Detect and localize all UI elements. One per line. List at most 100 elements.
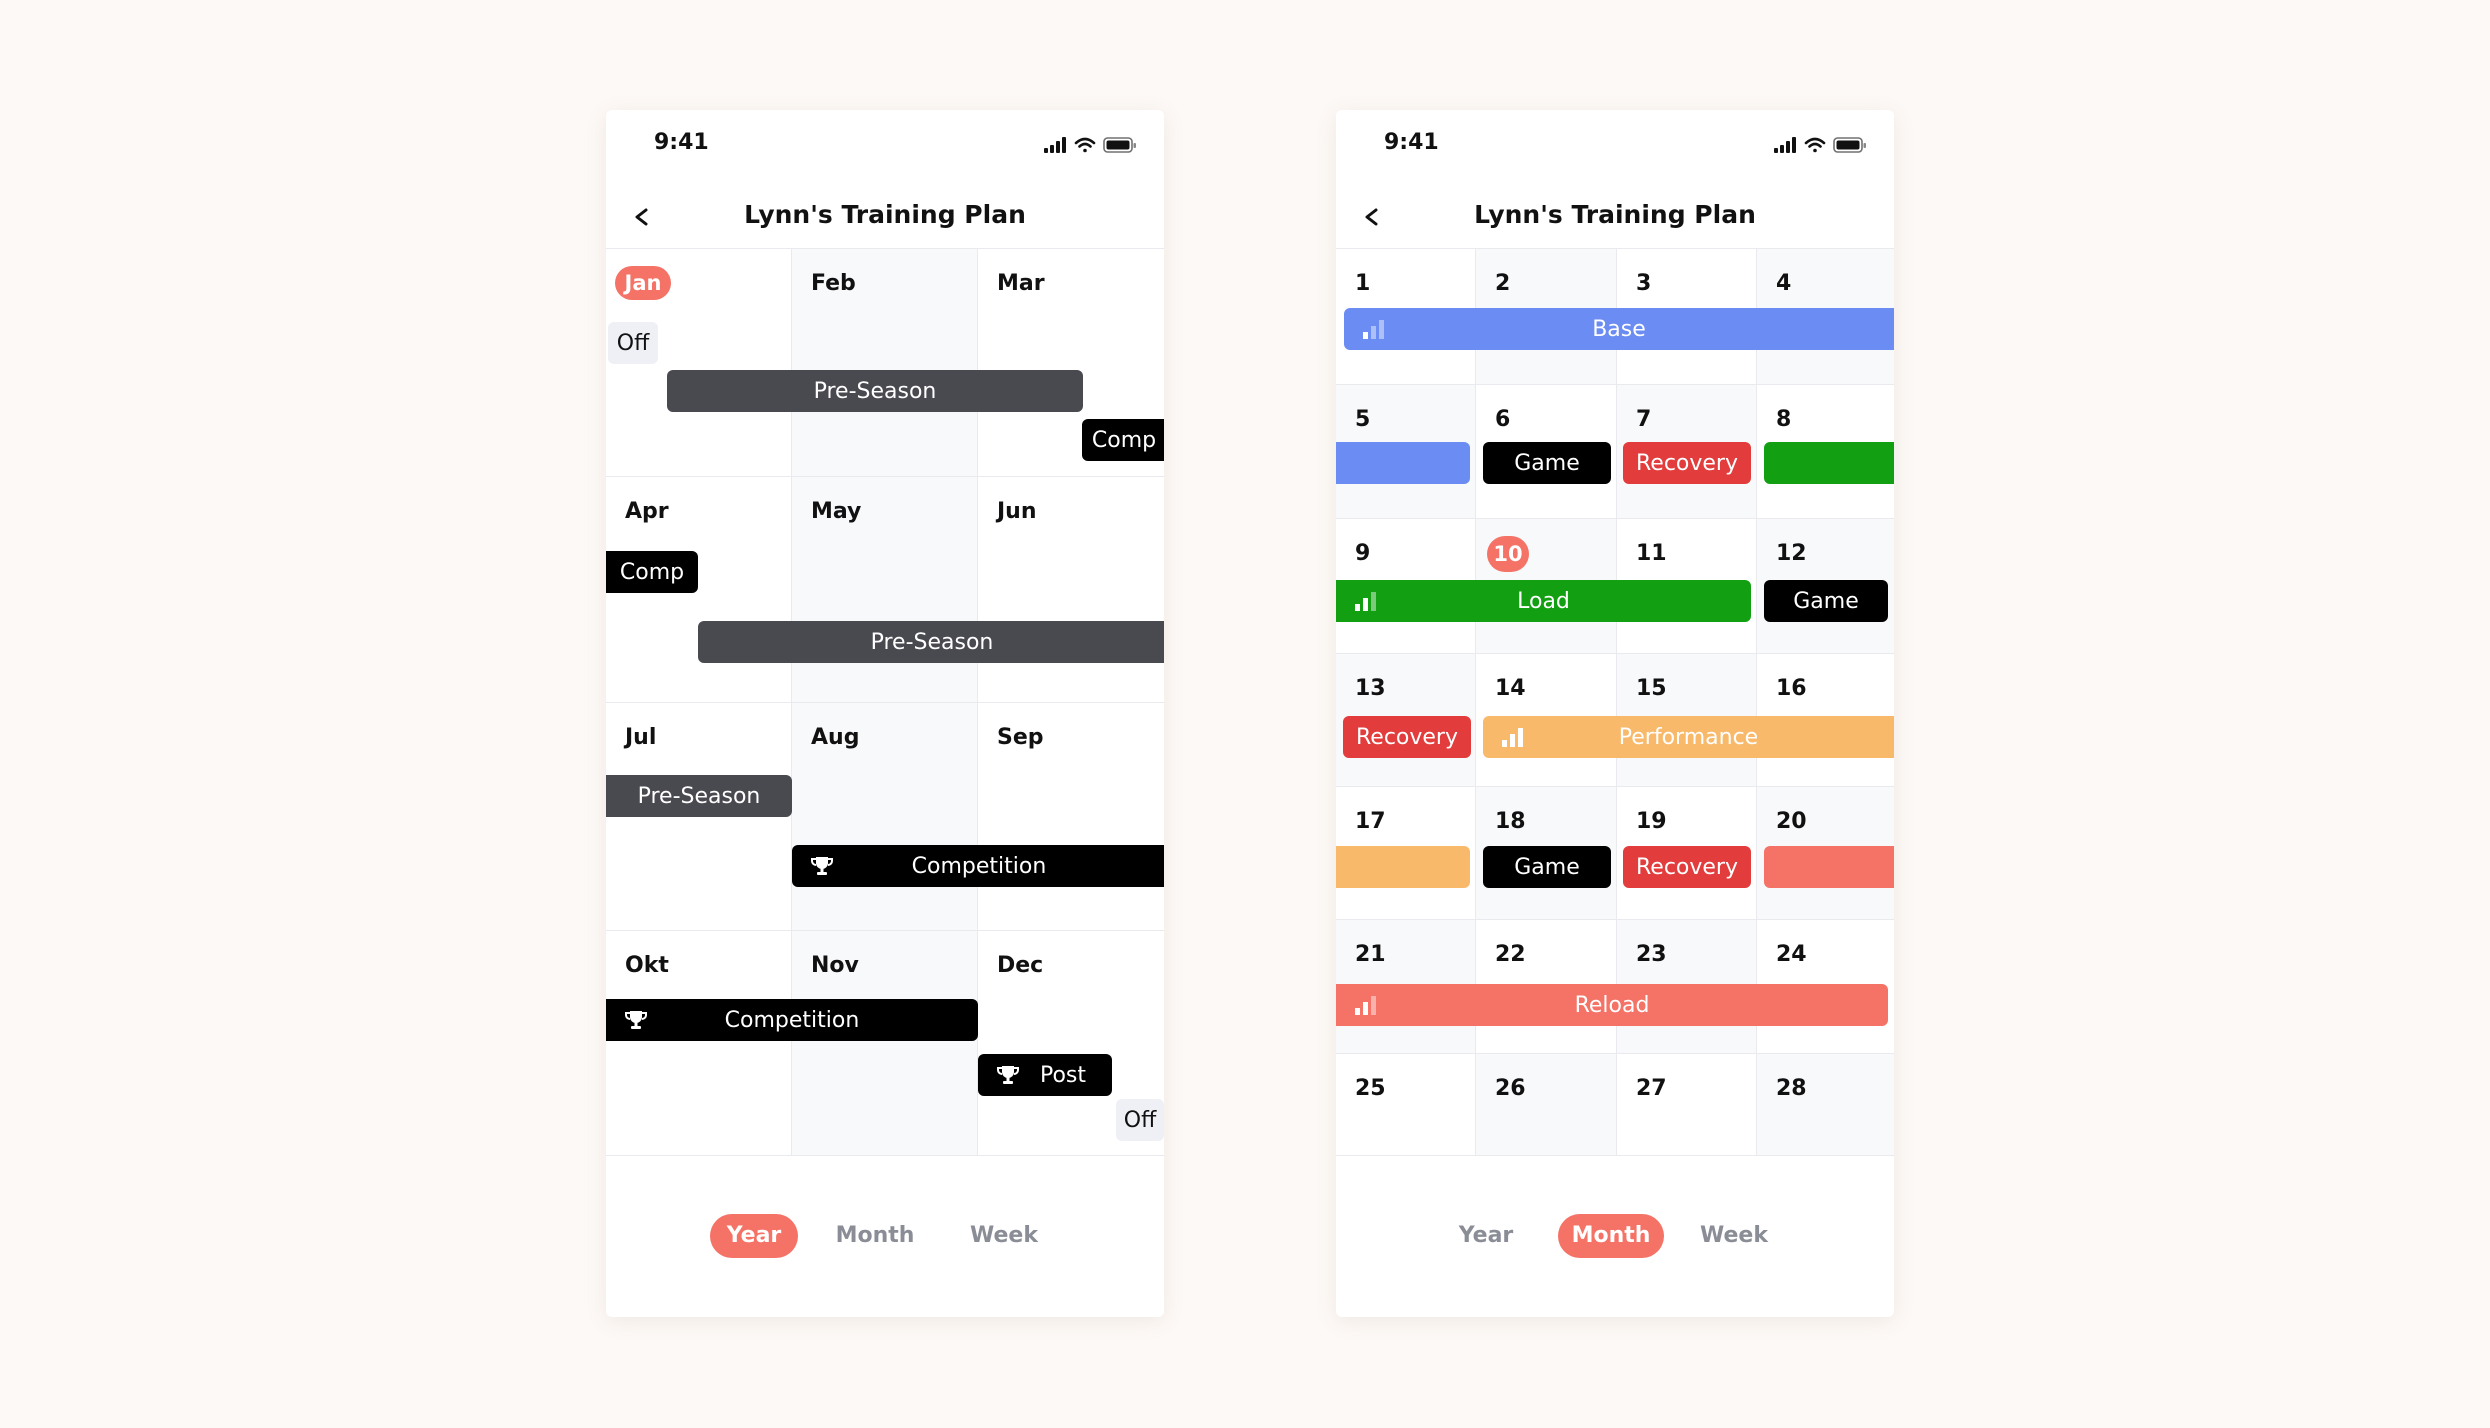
event-game[interactable]: Game — [1483, 846, 1611, 888]
month-label: Feb — [811, 271, 856, 296]
month-label: Sep — [997, 725, 1044, 750]
day-label: 1 — [1355, 271, 1371, 296]
event-performance[interactable]: Performance — [1483, 716, 1894, 758]
month-label: Mar — [997, 271, 1045, 296]
event-reload[interactable]: Reload — [1336, 984, 1888, 1026]
tab-month[interactable]: Month — [1558, 1214, 1664, 1258]
tab-week[interactable]: Week — [1692, 1214, 1776, 1258]
event-pre-season[interactable]: Pre-Season — [606, 775, 792, 817]
day-cell[interactable]: 28 — [1757, 1054, 1894, 1156]
day-label: 25 — [1355, 1076, 1386, 1101]
battery-icon — [1103, 137, 1136, 153]
month-cell-okt[interactable]: Okt — [606, 931, 792, 1156]
month-cell-jun[interactable]: Jun — [978, 477, 1164, 703]
day-cell[interactable]: 25 — [1336, 1054, 1476, 1156]
event-comp[interactable]: Comp — [606, 551, 698, 593]
intensity-bars-icon — [1354, 590, 1378, 612]
month-cell-may[interactable]: May — [792, 477, 978, 703]
day-label: 28 — [1776, 1076, 1807, 1101]
event-label: Pre-Season — [870, 629, 994, 655]
day-label: 11 — [1636, 541, 1667, 566]
day-label: 18 — [1495, 809, 1526, 834]
month-label: Nov — [811, 953, 859, 978]
event-label: Competition — [724, 1007, 860, 1033]
status-time: 9:41 — [1384, 130, 1439, 155]
day-label: 17 — [1355, 809, 1386, 834]
event-recovery[interactable]: Recovery — [1623, 846, 1751, 888]
month-cell-feb[interactable]: Feb — [792, 249, 978, 477]
day-cell[interactable]: 26 — [1476, 1054, 1617, 1156]
wifi-icon — [1074, 137, 1096, 153]
tab-week[interactable]: Week — [962, 1214, 1046, 1258]
event-off[interactable]: Off — [1116, 1099, 1164, 1141]
event-load-start[interactable] — [1764, 442, 1894, 484]
trophy-icon — [624, 1009, 648, 1031]
event-pre-season[interactable]: Pre-Season — [667, 370, 1083, 412]
event-recovery[interactable]: Recovery — [1623, 442, 1751, 484]
event-pre-season[interactable]: Pre-Season — [698, 621, 1164, 663]
event-off[interactable]: Off — [608, 322, 658, 364]
day-label: 15 — [1636, 676, 1667, 701]
event-comp[interactable]: Comp — [1082, 419, 1164, 461]
event-competition[interactable]: Competition — [792, 845, 1164, 887]
status-icons — [1774, 135, 1870, 159]
event-game[interactable]: Game — [1764, 580, 1888, 622]
event-recovery[interactable]: Recovery — [1343, 716, 1471, 758]
month-cell-sep[interactable]: Sep — [978, 703, 1164, 931]
view-switcher: Year Month Week — [606, 1214, 1164, 1258]
day-label: 24 — [1776, 942, 1807, 967]
event-label: Recovery — [1355, 724, 1458, 750]
view-switcher: Year Month Week — [1336, 1214, 1894, 1258]
event-competition[interactable]: Competition — [606, 999, 978, 1041]
month-label: May — [811, 499, 862, 524]
event-performance-continued[interactable] — [1336, 846, 1470, 888]
day-label: 8 — [1776, 407, 1792, 432]
month-cell-aug[interactable]: Aug — [792, 703, 978, 931]
event-label: Comp — [1091, 427, 1157, 453]
day-label: 4 — [1776, 271, 1792, 296]
today-badge: 10 — [1487, 536, 1529, 572]
day-label: 21 — [1355, 942, 1386, 967]
day-label: 22 — [1495, 942, 1526, 967]
month-cell-nov[interactable]: Nov — [792, 931, 978, 1156]
wifi-icon — [1804, 137, 1826, 153]
month-grid: 1 2 3 4 5 6 7 8 9 10 11 12 13 14 15 16 1… — [1336, 248, 1894, 1156]
event-label: Post — [1039, 1062, 1086, 1088]
event-post[interactable]: Post — [978, 1054, 1112, 1096]
day-label: 16 — [1776, 676, 1807, 701]
day-label: 12 — [1776, 541, 1807, 566]
signal-icon — [1044, 137, 1066, 153]
event-game[interactable]: Game — [1483, 442, 1611, 484]
event-label: Game — [1514, 450, 1580, 476]
month-label: Okt — [625, 953, 669, 978]
tab-month[interactable]: Month — [830, 1214, 920, 1258]
month-label: Apr — [625, 499, 669, 524]
day-label: 20 — [1776, 809, 1807, 834]
battery-icon — [1833, 137, 1866, 153]
day-cell[interactable]: 27 — [1617, 1054, 1757, 1156]
day-label: 19 — [1636, 809, 1667, 834]
event-label: Off — [616, 330, 650, 356]
day-label: 6 — [1495, 407, 1511, 432]
intensity-bars-icon — [1354, 994, 1378, 1016]
tab-year[interactable]: Year — [1444, 1214, 1528, 1258]
intensity-bars-icon — [1362, 318, 1386, 340]
page-title: Lynn's Training Plan — [1474, 200, 1756, 229]
event-base-continued[interactable] — [1336, 442, 1470, 484]
day-label: 27 — [1636, 1076, 1667, 1101]
event-label: Recovery — [1635, 854, 1738, 880]
event-load[interactable]: Load — [1336, 580, 1751, 622]
event-reload-start[interactable] — [1764, 846, 1894, 888]
month-label: Jul — [625, 725, 657, 750]
event-base[interactable]: Base — [1344, 308, 1894, 350]
month-label: Jun — [997, 499, 1037, 524]
tab-year[interactable]: Year — [710, 1214, 798, 1258]
day-label: 7 — [1636, 407, 1652, 432]
month-label: Aug — [811, 725, 860, 750]
event-label: Comp — [619, 559, 685, 585]
day-label: 5 — [1355, 407, 1371, 432]
event-label: Game — [1793, 588, 1859, 614]
day-label: 9 — [1355, 541, 1371, 566]
status-time: 9:41 — [654, 130, 709, 155]
month-cell-jul[interactable]: Jul — [606, 703, 792, 931]
